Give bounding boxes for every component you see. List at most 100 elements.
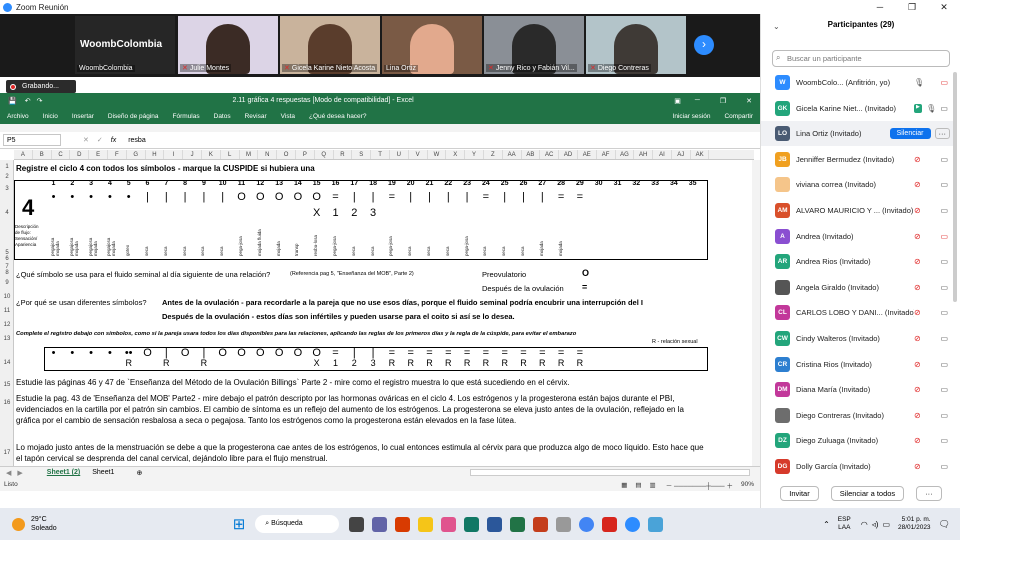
ribbon-display-icon[interactable]: ▣ [674,97,681,105]
taskview-icon[interactable] [349,516,365,532]
mic-muted-icon[interactable]: ⊘ [914,155,921,164]
column-header[interactable]: E [89,150,108,159]
column-header[interactable]: K [202,150,221,159]
row-header[interactable]: 2 [0,174,14,180]
excel-minimize-button[interactable]: ─ [695,97,700,104]
video-icon[interactable]: ▭ [940,334,948,343]
app-icon[interactable] [441,516,457,532]
video-icon[interactable]: ▭ [940,283,948,292]
tell-me-search[interactable]: ¿Qué desea hacer? [309,113,366,120]
fx-icon[interactable]: fx [111,137,116,144]
participant-row[interactable]: CW Cindy Walteros (Invitado) ⊘ ▭ [761,326,956,351]
video-icon[interactable]: ▭ [940,155,948,164]
tab-diseno[interactable]: Diseño de página [108,113,159,120]
clock[interactable]: 5:01 p. m. 28/01/2023 [898,516,931,532]
close-button[interactable]: ✕ [928,2,960,13]
video-icon[interactable]: ▭ [940,104,948,113]
column-header[interactable]: AC [540,150,560,159]
column-header[interactable]: O [277,150,296,159]
participant-row[interactable]: W WoombColo... (Anfitrión, yo) 🎙 ▭ [761,70,956,95]
participant-row[interactable]: GK Gicela Karine Niet... (Invitado) ▶ 🎙 ▭ [761,96,956,121]
more-options-button[interactable]: ··· [916,485,942,501]
excel-close-button[interactable]: ✕ [746,97,752,105]
participant-row[interactable]: LO Lina Ortiz (Invitado) Silenciar ··· [761,121,956,147]
tab-datos[interactable]: Datos [214,113,231,120]
participant-search[interactable]: Buscar un participante [772,50,950,67]
row-header[interactable]: 13 [0,336,14,342]
participant-row[interactable]: CL CARLOS LOBO Y DANI... (Invitado) ⊘ ▭ [761,300,956,325]
file-explorer-icon[interactable] [418,516,434,532]
column-header[interactable]: A [14,150,33,159]
powerpoint-icon[interactable] [533,516,549,532]
participant-row[interactable]: Angela Giraldo (Invitado) ⊘ ▭ [761,275,956,300]
column-header[interactable]: L [221,150,240,159]
row-header[interactable]: 9 [0,280,14,286]
column-header[interactable]: H [146,150,165,159]
row-header[interactable]: 11 [0,308,14,314]
tab-formulas[interactable]: Fórmulas [173,113,200,120]
row-header[interactable]: 1 [0,164,14,170]
save-icon[interactable]: 💾 [8,97,17,105]
page-layout-icon[interactable]: ▤ [635,481,641,489]
row-header[interactable]: 17 [0,450,14,456]
mic-muted-icon[interactable]: ⊘ [914,308,921,317]
column-header[interactable]: P [296,150,315,159]
name-box[interactable]: P5 [3,134,61,146]
horizontal-scrollbar[interactable] [470,469,750,476]
vertical-scrollbar[interactable] [752,160,760,466]
participant-row[interactable]: DG Dolly García (Invitado) ⊘ ▭ [761,454,956,479]
participant-row[interactable]: JB Jenniffer Bermudez (Invitado) ⊘ ▭ [761,147,956,172]
row-header[interactable]: 3 [0,186,14,192]
excel-icon[interactable] [510,516,526,532]
participant-row[interactable]: CR Cristina Rios (Invitado) ⊘ ▭ [761,352,956,377]
signin-link[interactable]: Iniciar sesión [673,113,711,120]
mic-muted-icon[interactable]: ⊘ [914,385,921,394]
video-icon[interactable]: ▭ [940,411,948,420]
video-icon[interactable]: ▭ [940,308,948,317]
row-header[interactable]: 8 [0,270,14,276]
sheet-tab[interactable]: Sheet1 [92,469,114,476]
word-icon[interactable] [487,516,503,532]
row-header[interactable]: 16 [0,400,14,406]
sheet-tab-active[interactable]: Sheet1 (2) [47,469,80,476]
chrome-icon[interactable] [579,516,595,532]
column-header[interactable]: M [240,150,259,159]
tab-insertar[interactable]: Insertar [72,113,94,120]
video-off-icon[interactable]: ▭ [940,232,948,241]
windows-start-icon[interactable]: ⊞ [233,515,246,533]
formula-input[interactable]: resba [128,137,146,144]
column-header[interactable]: Q [315,150,334,159]
row-header[interactable]: 12 [0,322,14,328]
column-header[interactable]: B [33,150,52,159]
video-tile-host[interactable]: WoombColombia WoombColombia [75,16,175,74]
column-header[interactable]: AJ [672,150,691,159]
tray-chevron-icon[interactable]: ⌃ [823,520,830,529]
column-header[interactable]: C [52,150,71,159]
teams-icon[interactable] [372,516,388,532]
share-button[interactable]: Compartir [724,113,753,120]
language-indicator[interactable]: ESP LAA [838,516,851,532]
next-page-button[interactable]: › [694,35,714,55]
participant-row[interactable]: DZ Diego Zuluaga (Invitado) ⊘ ▭ [761,428,956,453]
video-icon[interactable]: ▭ [940,436,948,445]
zoom-app-icon[interactable] [625,516,641,532]
column-header[interactable]: Z [484,150,503,159]
redo-icon[interactable]: ↷ [37,97,43,105]
acrobat-icon[interactable] [602,516,618,532]
column-header[interactable]: I [164,150,184,159]
row-header[interactable]: 4 [0,210,14,216]
sheet-prev-icon[interactable]: ◀ [6,469,11,477]
weather-icon[interactable] [12,517,25,531]
participant-row[interactable]: AR Andrea Rios (Invitado) ⊘ ▭ [761,249,956,274]
battery-icon[interactable]: ▭ [882,520,890,529]
mic-icon[interactable]: 🎙 [914,78,924,87]
video-off-icon[interactable]: ▭ [940,78,948,87]
participant-row[interactable]: DM Diana María (Invitado) ⊘ ▭ [761,377,956,402]
video-icon[interactable]: ▭ [940,257,948,266]
column-header[interactable]: S [352,150,372,159]
mic-icon[interactable]: 🎙 [926,104,936,113]
taskbar-search[interactable]: ⌕ Búsqueda [255,515,340,533]
edge-icon[interactable] [648,516,664,532]
mic-muted-icon[interactable]: ⊘ [914,232,921,241]
video-icon[interactable]: ▭ [940,180,948,189]
